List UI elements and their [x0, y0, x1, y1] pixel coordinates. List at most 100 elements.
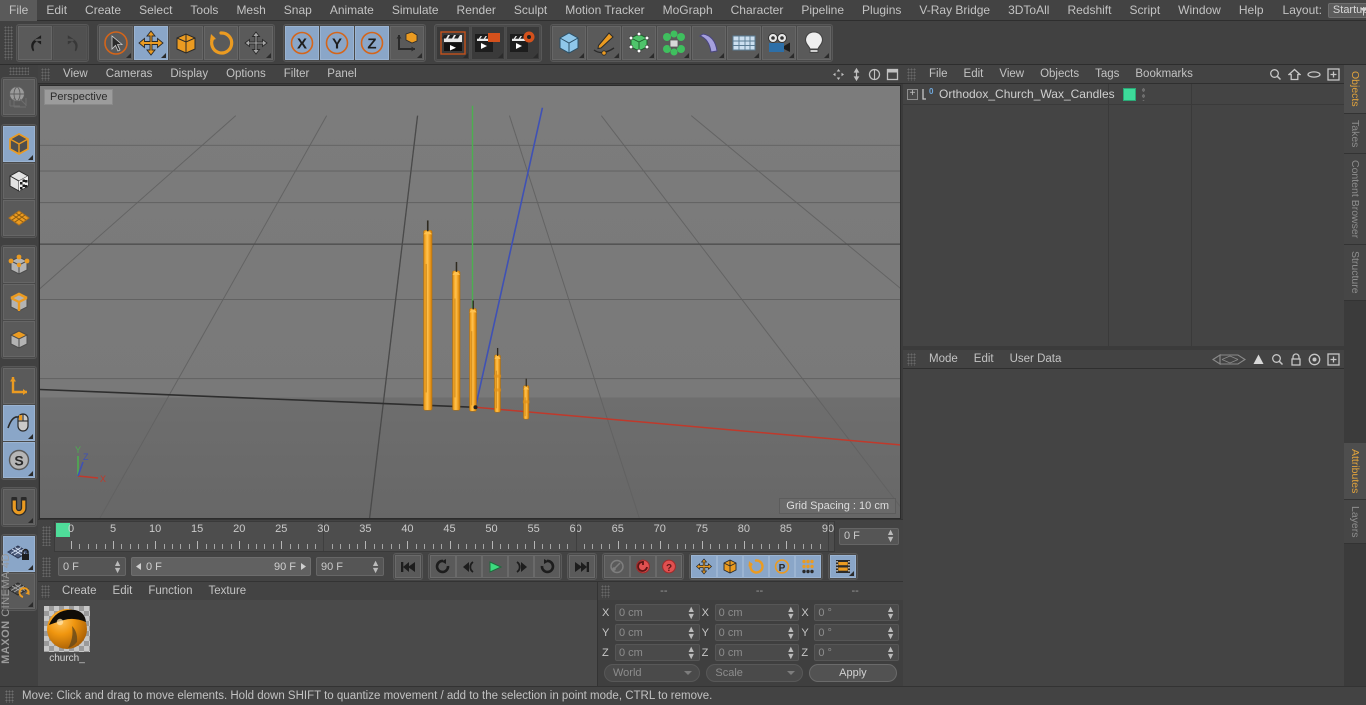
- add-generator-button[interactable]: [622, 25, 656, 60]
- y-axis-lock[interactable]: Y: [320, 25, 354, 60]
- menu-item-select[interactable]: Select: [130, 0, 181, 21]
- tab-attributes[interactable]: Attributes: [1344, 442, 1366, 500]
- next-key-button[interactable]: [508, 555, 534, 578]
- perspective-viewport[interactable]: Perspective Grid Spacing : 10 cm Y X Z: [39, 85, 901, 519]
- ellipse-icon[interactable]: [1307, 68, 1321, 81]
- workplane-mode-button[interactable]: [3, 200, 35, 236]
- tab-takes[interactable]: Takes: [1344, 113, 1366, 155]
- material-drag-handle[interactable]: [41, 584, 50, 598]
- move-icon[interactable]: [850, 67, 863, 81]
- keyframe-selection-button[interactable]: ?: [656, 555, 682, 578]
- tab-objects[interactable]: Objects: [1344, 65, 1366, 114]
- add-deformer-button[interactable]: [692, 25, 726, 60]
- material-menu-texture[interactable]: Texture: [200, 582, 254, 600]
- layout-dropdown[interactable]: Startup: [1327, 2, 1366, 18]
- play-button[interactable]: [482, 555, 508, 578]
- menu-item-snap[interactable]: Snap: [275, 0, 321, 21]
- target-icon[interactable]: [1308, 353, 1321, 366]
- render-view-button[interactable]: [436, 25, 470, 60]
- apply-button[interactable]: Apply: [808, 664, 897, 682]
- play-backwards-button[interactable]: [430, 555, 456, 578]
- spinner-icon[interactable]: ▲ ▼: [786, 624, 795, 640]
- add-scene-object-button[interactable]: [727, 25, 761, 60]
- model-mode-button[interactable]: [3, 126, 35, 162]
- preview-range-field[interactable]: 0 F 90 F: [131, 557, 311, 576]
- pan-icon[interactable]: [832, 68, 845, 81]
- material-list[interactable]: church_: [38, 600, 597, 686]
- menu-item-sculpt[interactable]: Sculpt: [505, 0, 556, 21]
- edges-mode-button[interactable]: [3, 284, 35, 320]
- viewport-menu-filter[interactable]: Filter: [275, 65, 319, 84]
- viewport-drag-handle[interactable]: [41, 67, 50, 81]
- coord-rotation-x-field[interactable]: 0 ° ▲ ▼: [814, 604, 900, 621]
- menu-item-3dtoall[interactable]: 3DToAll: [999, 0, 1058, 21]
- loop-button[interactable]: [534, 555, 560, 578]
- toolbar-drag-handle[interactable]: [4, 25, 13, 60]
- spinner-icon[interactable]: ▲ ▼: [687, 624, 696, 640]
- end-frame-field[interactable]: 90 F ▲ ▼: [316, 557, 384, 576]
- redo-button[interactable]: [53, 25, 87, 60]
- expand-collapse-icon[interactable]: +: [907, 88, 918, 100]
- coord-rotation-z-field[interactable]: 0 ° ▲ ▼: [814, 644, 900, 661]
- lock-icon[interactable]: [1290, 352, 1302, 366]
- attr-menu-edit[interactable]: Edit: [966, 350, 1002, 369]
- tab-content-browser[interactable]: Content Browser: [1344, 154, 1366, 246]
- om-menu-edit[interactable]: Edit: [956, 65, 992, 84]
- rotation-key-button[interactable]: [743, 555, 769, 578]
- spinner-icon[interactable]: ▲ ▼: [786, 644, 795, 660]
- material-menu-edit[interactable]: Edit: [105, 582, 141, 600]
- spinner-icon[interactable]: ▲ ▼: [113, 558, 122, 574]
- go-to-end-button[interactable]: [569, 555, 595, 578]
- spinner-icon[interactable]: ▲ ▼: [886, 624, 895, 640]
- make-editable-globe-button[interactable]: [3, 79, 35, 115]
- coord-size-z-field[interactable]: 0 cm ▲ ▼: [714, 644, 800, 661]
- current-frame-field[interactable]: 0 F ▲ ▼: [839, 527, 899, 545]
- spinner-icon[interactable]: ▲ ▼: [371, 558, 380, 574]
- coord-position-x-field[interactable]: 0 cm ▲ ▼: [615, 604, 700, 621]
- left-toolbar-drag-handle[interactable]: [8, 67, 29, 75]
- menu-item-file[interactable]: File: [0, 0, 38, 21]
- zoom-icon[interactable]: [868, 68, 881, 81]
- select-tool[interactable]: [99, 25, 133, 60]
- add-spline-button[interactable]: [587, 25, 621, 60]
- menu-item-character[interactable]: Character: [722, 0, 793, 21]
- param-key-button[interactable]: P: [769, 555, 795, 578]
- go-to-start-button[interactable]: [395, 555, 421, 578]
- enable-axis-button[interactable]: [3, 368, 35, 404]
- object-manager-row[interactable]: + 0 Orthodox_Church_Wax_Candles: [903, 84, 1344, 104]
- add-light-button[interactable]: [797, 25, 831, 60]
- scale-key-button[interactable]: [717, 555, 743, 578]
- menu-item-window[interactable]: Window: [1169, 0, 1230, 21]
- search-icon[interactable]: [1269, 68, 1282, 81]
- record-active-objects-button[interactable]: [604, 555, 630, 578]
- add-array-button[interactable]: [657, 25, 691, 60]
- menu-item-mograph[interactable]: MoGraph: [654, 0, 722, 21]
- coord-mode-dropdown[interactable]: Scale: [706, 664, 803, 682]
- texture-mode-button[interactable]: [3, 163, 35, 199]
- status-drag-handle[interactable]: [5, 689, 14, 703]
- coord-system-dropdown[interactable]: World: [604, 664, 701, 682]
- menu-item-edit[interactable]: Edit: [37, 0, 76, 21]
- expand-icon[interactable]: [1327, 352, 1340, 366]
- attribute-drag-handle[interactable]: [907, 352, 916, 366]
- dynamic-place-tool[interactable]: [239, 25, 273, 60]
- viewport-menu-panel[interactable]: Panel: [318, 65, 365, 84]
- render-region-button[interactable]: [471, 25, 505, 60]
- home-icon[interactable]: [1288, 68, 1301, 81]
- timeline-toggle-button[interactable]: [830, 555, 856, 578]
- material-thumbnail[interactable]: [44, 606, 90, 652]
- menu-item-pipeline[interactable]: Pipeline: [792, 0, 853, 21]
- object-manager-tree[interactable]: + 0 Orthodox_Church_Wax_Candles: [903, 84, 1344, 346]
- search-icon[interactable]: [1271, 353, 1284, 366]
- material-menu-create[interactable]: Create: [54, 582, 105, 600]
- om-menu-file[interactable]: File: [921, 65, 956, 84]
- expand-icon[interactable]: [1327, 67, 1340, 81]
- move-tool[interactable]: [134, 25, 168, 60]
- spinner-icon[interactable]: ▲ ▼: [687, 604, 696, 620]
- pin-arrow-icon[interactable]: [1252, 353, 1265, 366]
- spinner-icon[interactable]: ▲ ▼: [886, 604, 895, 620]
- viewport-menu-display[interactable]: Display: [161, 65, 217, 84]
- undo-button[interactable]: [18, 25, 52, 60]
- attribute-content-area[interactable]: [903, 369, 1344, 686]
- polygons-mode-button[interactable]: [3, 321, 35, 357]
